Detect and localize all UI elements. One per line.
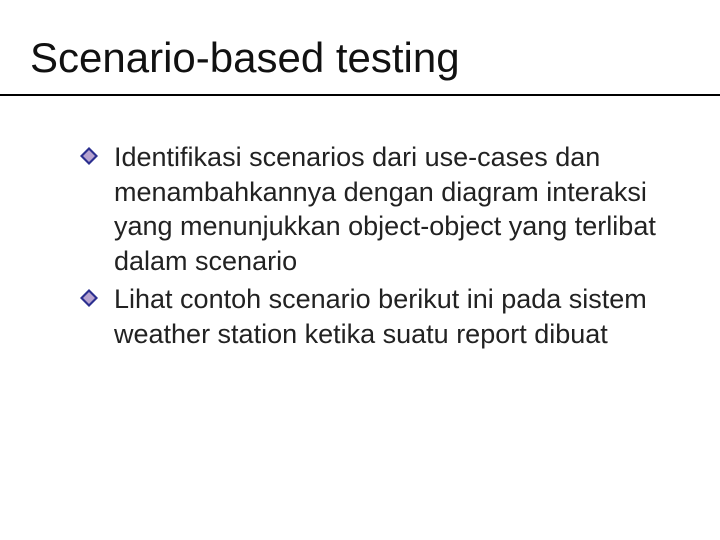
title-underline — [0, 94, 720, 96]
bullet-list: Identifikasi scenarios dari use-cases da… — [80, 140, 660, 355]
list-item: Identifikasi scenarios dari use-cases da… — [80, 140, 660, 278]
slide: Scenario-based testing Identifikasi scen… — [0, 0, 720, 540]
diamond-bullet-icon — [80, 289, 98, 307]
bullet-text: Identifikasi scenarios dari use-cases da… — [114, 142, 656, 276]
slide-title: Scenario-based testing — [30, 34, 690, 82]
list-item: Lihat contoh scenario berikut ini pada s… — [80, 282, 660, 351]
bullet-text: Lihat contoh scenario berikut ini pada s… — [114, 284, 647, 349]
diamond-bullet-icon — [80, 147, 98, 165]
